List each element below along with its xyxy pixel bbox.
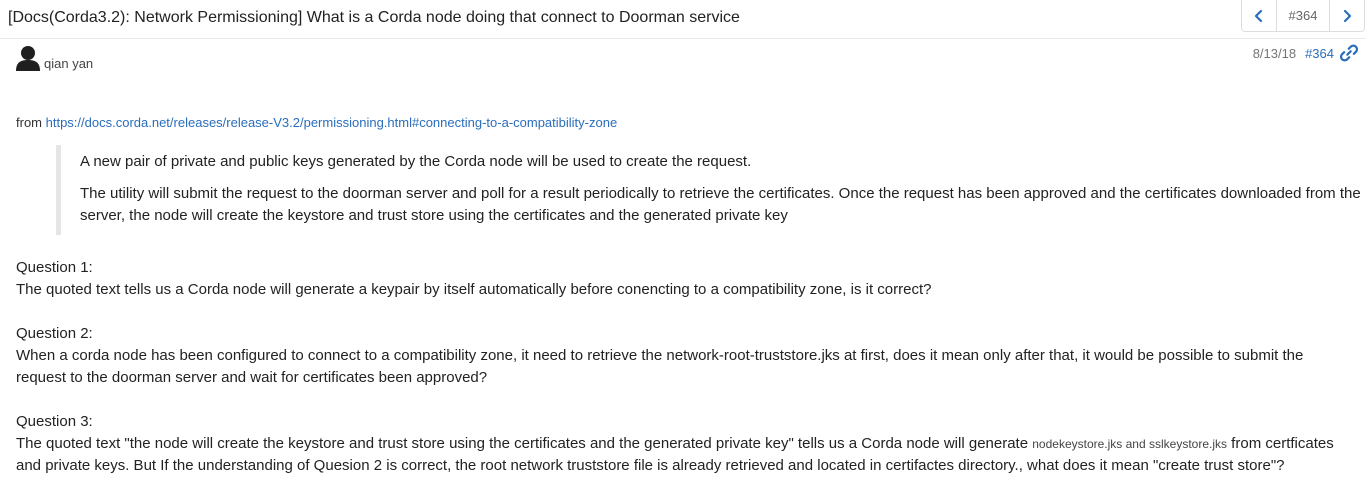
question-3-label: Question 3: (16, 413, 93, 430)
post-meta: 8/13/18 #364 (1253, 44, 1358, 62)
next-post-button[interactable] (1330, 0, 1364, 31)
source-link[interactable]: https://docs.corda.net/releases/release-… (46, 115, 618, 130)
topic-page: [Docs(Corda3.2): Network Permissioning] … (0, 0, 1366, 502)
quoted-text: A new pair of private and public keys ge… (56, 145, 1366, 235)
question-3-text-before: The quoted text "the node will create th… (16, 435, 1033, 452)
keystore-file-names: nodekeystore.jks and sslkeystore.jks (1032, 437, 1228, 451)
current-post-number: #364 (1276, 0, 1330, 31)
previous-post-button[interactable] (1242, 0, 1276, 31)
question-3: Question 3: The quoted text "the node wi… (16, 411, 1354, 477)
post-body: from https://docs.corda.net/releases/rel… (16, 113, 1366, 477)
question-1-label: Question 1: (16, 259, 93, 276)
quote-paragraph-2: The utility will submit the request to t… (80, 185, 1361, 224)
chevron-right-icon (1343, 9, 1352, 22)
link-icon[interactable] (1340, 44, 1358, 62)
question-3-text: The quoted text "the node will create th… (16, 433, 1354, 477)
quote-paragraph-1: A new pair of private and public keys ge… (80, 153, 752, 170)
topic-header: [Docs(Corda3.2): Network Permissioning] … (0, 0, 1366, 39)
question-2: Question 2: When a corda node has been c… (16, 323, 1354, 389)
question-1-text: The quoted text tells us a Corda node wi… (16, 281, 932, 298)
post-date[interactable]: 8/13/18 (1253, 46, 1296, 61)
question-1: Question 1: The quoted text tells us a C… (16, 257, 1354, 301)
user-avatar-icon[interactable] (14, 44, 42, 72)
topic-title: [Docs(Corda3.2): Network Permissioning] … (8, 9, 740, 26)
question-2-label: Question 2: (16, 325, 93, 342)
post-number-link[interactable]: #364 (1305, 46, 1334, 61)
source-line: from https://docs.corda.net/releases/rel… (16, 113, 1354, 133)
chevron-left-icon (1254, 9, 1263, 22)
question-2-text: When a corda node has been configured to… (16, 347, 1304, 386)
from-label: from (16, 115, 42, 130)
username[interactable]: qian yan (44, 56, 93, 71)
post-navigation: #364 (1241, 0, 1365, 32)
